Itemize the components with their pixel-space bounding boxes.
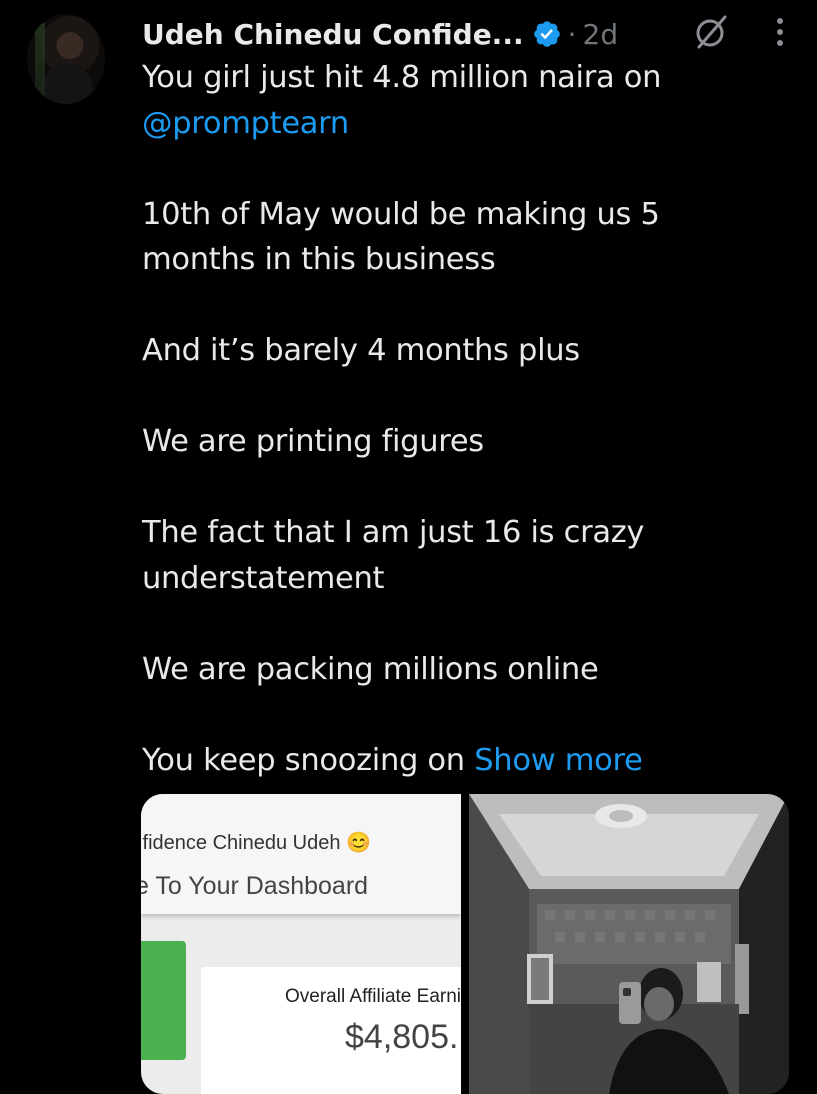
grok-icon[interactable] (693, 14, 729, 50)
tweet-media: ıfidence Chinedu Udeh 😊 e To Your Dashbo… (141, 794, 789, 1094)
earnings-label: Overall Affiliate Earni (285, 986, 461, 1007)
tweet-line: We are packing millions online (142, 651, 599, 687)
more-vertical-icon[interactable] (775, 14, 785, 50)
earnings-value: $4,805. (345, 1018, 461, 1056)
tweet-line: 10th of May would be making us 5 (142, 196, 660, 232)
dashboard-welcome: e To Your Dashboard (141, 872, 369, 900)
tweet-line: We are printing figures (142, 424, 484, 459)
dashboard-user-name: ıfidence Chinedu Udeh 😊 (141, 832, 371, 854)
room-photo-image[interactable] (469, 794, 789, 1094)
verified-badge-icon (533, 21, 560, 47)
tweet-line: You girl just hit 4.8 million naira on (142, 60, 662, 95)
header-separator: · (567, 17, 577, 51)
mention-link[interactable]: @promptearn (142, 106, 349, 141)
tweet-line: The fact that I am just 16 is crazy (142, 515, 645, 550)
tweet-line: months in this business (142, 242, 496, 277)
tweet-line: And it’s barely 4 months plus (142, 333, 580, 368)
show-more-link[interactable]: Show more (474, 743, 643, 778)
author-name[interactable]: Udeh Chinedu Confide... (142, 18, 524, 51)
tweet-line: understatement (142, 560, 385, 596)
room-photo (469, 794, 789, 1094)
tweet-line: You keep snoozing on (142, 742, 465, 778)
author-avatar[interactable] (27, 14, 105, 104)
timestamp[interactable]: 2d (583, 18, 619, 51)
dashboard-screenshot-image[interactable]: ıfidence Chinedu Udeh 😊 e To Your Dashbo… (141, 794, 461, 1094)
tweet-text: You girl just hit 4.8 million naira on @… (142, 55, 762, 783)
smile-emoji-icon: 😊 (346, 832, 371, 854)
green-card (141, 941, 186, 1060)
